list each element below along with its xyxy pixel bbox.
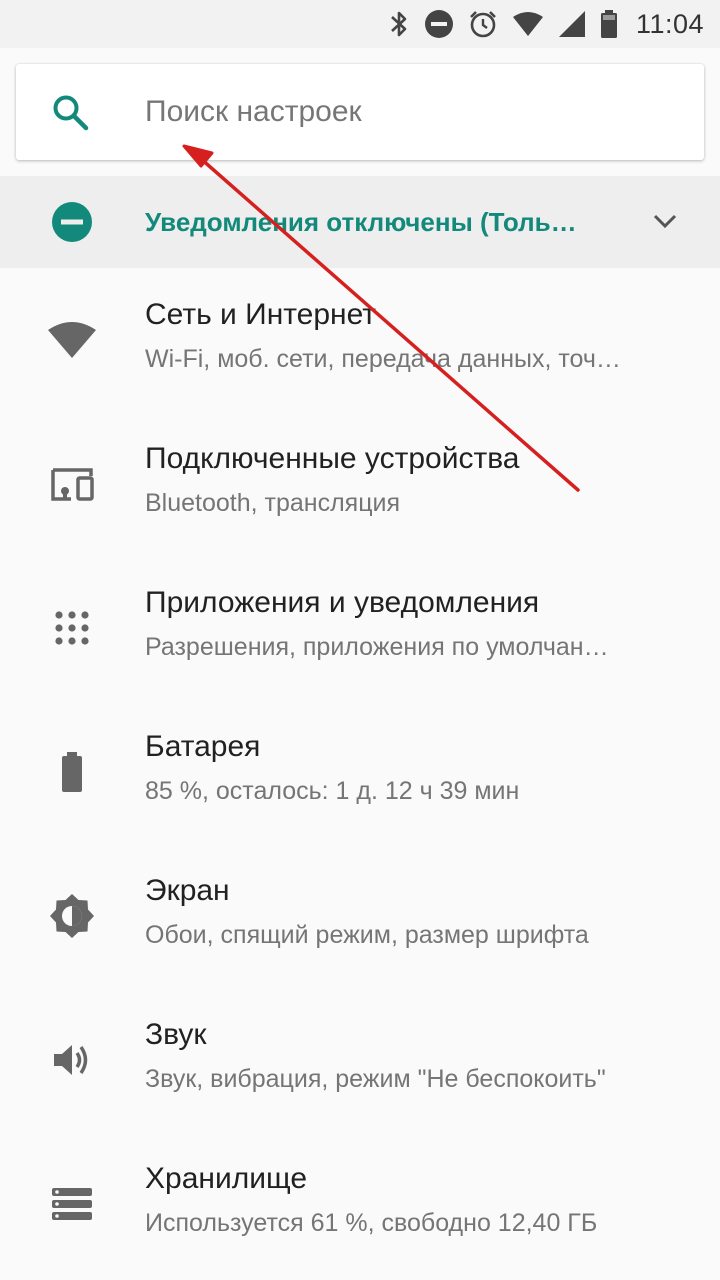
settings-item-storage[interactable]: Хранилище Используется 61 %, свободно 12… [0, 1132, 720, 1276]
battery-icon [600, 10, 617, 38]
settings-item-subtitle: Wi-Fi, моб. сети, передача данных, точ… [145, 345, 621, 373]
chevron-down-icon[interactable] [652, 212, 678, 230]
dnd-suggestion-banner[interactable]: Уведомления отключены (Толь… [0, 176, 720, 268]
settings-item-title: Хранилище [145, 1162, 307, 1195]
signal-icon [558, 11, 585, 37]
settings-item-title: Батарея [145, 730, 261, 763]
search-bar[interactable]: Поиск настроек [16, 64, 704, 160]
settings-item-network[interactable]: Сеть и Интернет Wi-Fi, моб. сети, переда… [0, 268, 720, 412]
settings-item-title: Экран [145, 874, 230, 907]
do-not-disturb-icon [52, 202, 92, 242]
do-not-disturb-icon [424, 10, 453, 38]
wifi-icon [44, 312, 100, 368]
settings-item-title: Звук [145, 1018, 207, 1051]
settings-item-display[interactable]: Экран Обои, спящий режим, размер шрифта [0, 844, 720, 988]
settings-item-subtitle: Обои, спящий режим, размер шрифта [145, 921, 589, 949]
status-icons: 11:04 [388, 0, 704, 48]
wifi-icon [512, 12, 543, 36]
storage-icon [44, 1176, 100, 1232]
search-placeholder[interactable]: Поиск настроек [145, 64, 362, 160]
settings-item-battery[interactable]: Батарея 85 %, осталось: 1 д. 12 ч 39 мин [0, 700, 720, 844]
alarm-icon [470, 11, 496, 38]
status-bar: 11:04 [0, 0, 720, 48]
dnd-suggestion-text: Уведомления отключены (Толь… [145, 207, 577, 237]
status-time: 11:04 [635, 8, 704, 39]
settings-item-subtitle: Звук, вибрация, режим "Не беспокоить" [145, 1065, 606, 1093]
apps-grid-icon [44, 600, 100, 656]
connected-devices-icon [44, 456, 100, 512]
settings-item-title: Подключенные устройства [145, 442, 520, 475]
bluetooth-icon [391, 11, 407, 37]
battery-icon [44, 744, 100, 800]
settings-item-subtitle: Разрешения, приложения по умолчан… [145, 633, 609, 661]
search-icon [53, 95, 89, 131]
brightness-icon [44, 888, 100, 944]
settings-item-subtitle: Bluetooth, трансляция [145, 489, 401, 517]
settings-item-subtitle: Используется 61 %, свободно 12,40 ГБ [145, 1209, 598, 1237]
volume-icon [44, 1032, 100, 1088]
settings-item-title: Сеть и Интернет [145, 298, 377, 331]
settings-item-apps[interactable]: Приложения и уведомления Разрешения, при… [0, 556, 720, 700]
settings-item-subtitle: 85 %, осталось: 1 д. 12 ч 39 мин [145, 777, 520, 805]
settings-item-sound[interactable]: Звук Звук, вибрация, режим "Не беспокоит… [0, 988, 720, 1132]
settings-item-connected-devices[interactable]: Подключенные устройства Bluetooth, транс… [0, 412, 720, 556]
settings-item-title: Приложения и уведомления [145, 586, 540, 619]
